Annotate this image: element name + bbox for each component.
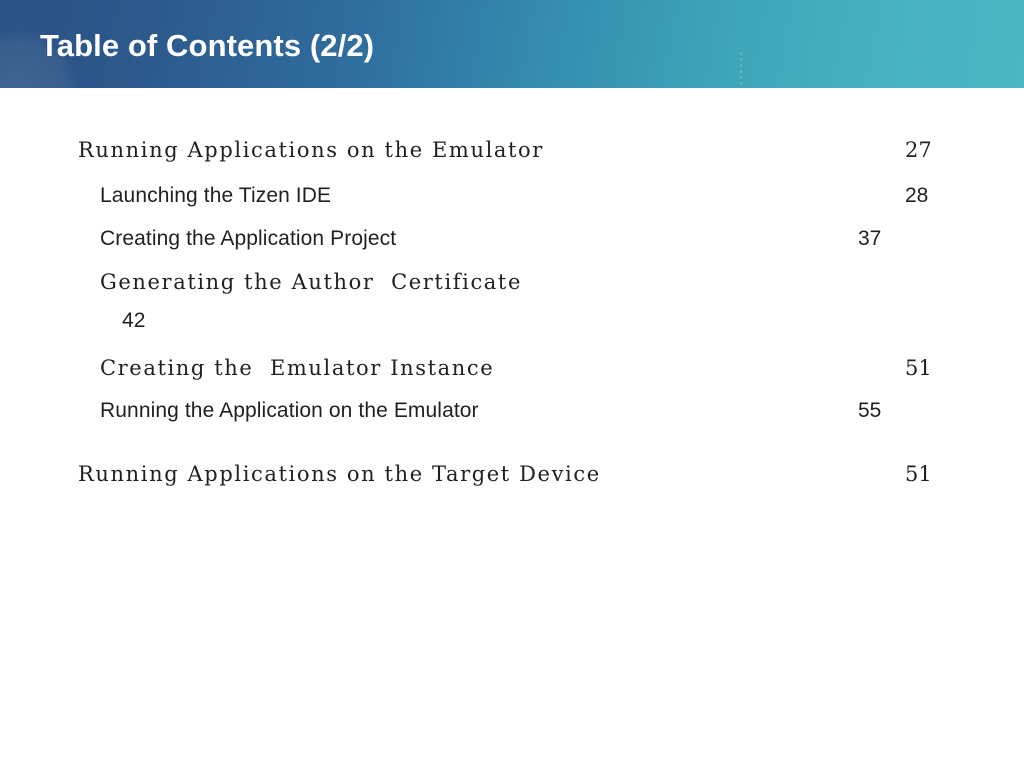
toc-entry-label: Running the Application on the Emulator <box>100 399 479 422</box>
page-title: Table of Contents (2/2) <box>40 28 375 63</box>
header-seam-decoration <box>740 52 742 88</box>
table-of-contents-list: Running Applications on the Emulator 27 La… <box>0 88 1024 768</box>
toc-entry[interactable]: Creating the Application Project 37 <box>0 219 1024 259</box>
toc-entry-label: Launching the Tizen IDE <box>100 184 332 207</box>
toc-entry-page-number: 51 <box>905 462 932 486</box>
toc-entry-page-number: 55 <box>858 399 882 422</box>
toc-entry-label: 42 <box>122 309 146 332</box>
toc-entry-label: Running Applications on the Emulator <box>78 138 544 162</box>
toc-entry-page-number: 37 <box>858 227 882 250</box>
toc-entry-page-number: 28 <box>905 184 929 207</box>
toc-entry[interactable]: Running Applications on the Emulator 27 <box>0 130 1024 170</box>
toc-entry-label: Running Applications on the Target Devic… <box>78 462 601 486</box>
toc-entry[interactable]: Generating the Author Certificate <box>0 262 1024 302</box>
toc-entry[interactable]: Running Applications on the Target Devic… <box>0 454 1024 494</box>
slide-header-banner: Table of Contents (2/2) <box>0 0 1024 88</box>
toc-entry-page-number: 51 <box>905 356 932 380</box>
toc-entry[interactable]: Running the Application on the Emulator 5… <box>0 391 1024 431</box>
toc-entry-label: Generating the Author Certificate <box>100 270 522 294</box>
toc-entry-label: Creating the Emulator Instance <box>100 356 495 380</box>
toc-entry-label: Creating the Application Project <box>100 227 397 250</box>
toc-entry[interactable]: Launching the Tizen IDE 28 <box>0 176 1024 216</box>
slide: Table of Contents (2/2) Running Applicat… <box>0 0 1024 768</box>
toc-entry[interactable]: 42 <box>0 301 1024 341</box>
toc-entry-page-number: 27 <box>905 138 932 162</box>
toc-entry[interactable]: Creating the Emulator Instance 51 <box>0 348 1024 388</box>
